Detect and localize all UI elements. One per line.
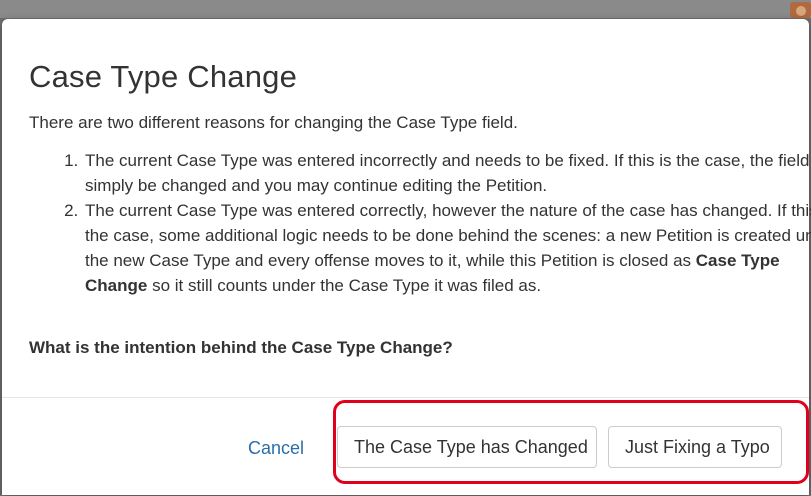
reason-text-after: so it still counts under the Case Type i… xyxy=(147,276,542,295)
cancel-link[interactable]: Cancel xyxy=(248,438,304,459)
reasons-list: The current Case Type was entered incorr… xyxy=(29,148,811,298)
dialog-question: What is the intention behind the Case Ty… xyxy=(29,338,453,357)
avatar[interactable] xyxy=(790,2,811,18)
case-type-changed-button[interactable]: The Case Type has Changed xyxy=(337,426,597,468)
reason-item-fix: The current Case Type was entered incorr… xyxy=(83,148,811,198)
case-type-change-dialog: Case Type Change There are two different… xyxy=(2,19,811,496)
background-header xyxy=(0,0,811,18)
dialog-footer: Cancel The Case Type has Changed Just Fi… xyxy=(2,397,809,496)
dialog-intro: There are two different reasons for chan… xyxy=(29,113,518,132)
just-fixing-typo-button[interactable]: Just Fixing a Typo xyxy=(608,426,782,468)
dialog-title: Case Type Change xyxy=(29,59,298,94)
reason-item-changed: The current Case Type was entered correc… xyxy=(83,198,811,298)
reason-text: The current Case Type was entered incorr… xyxy=(85,151,811,195)
